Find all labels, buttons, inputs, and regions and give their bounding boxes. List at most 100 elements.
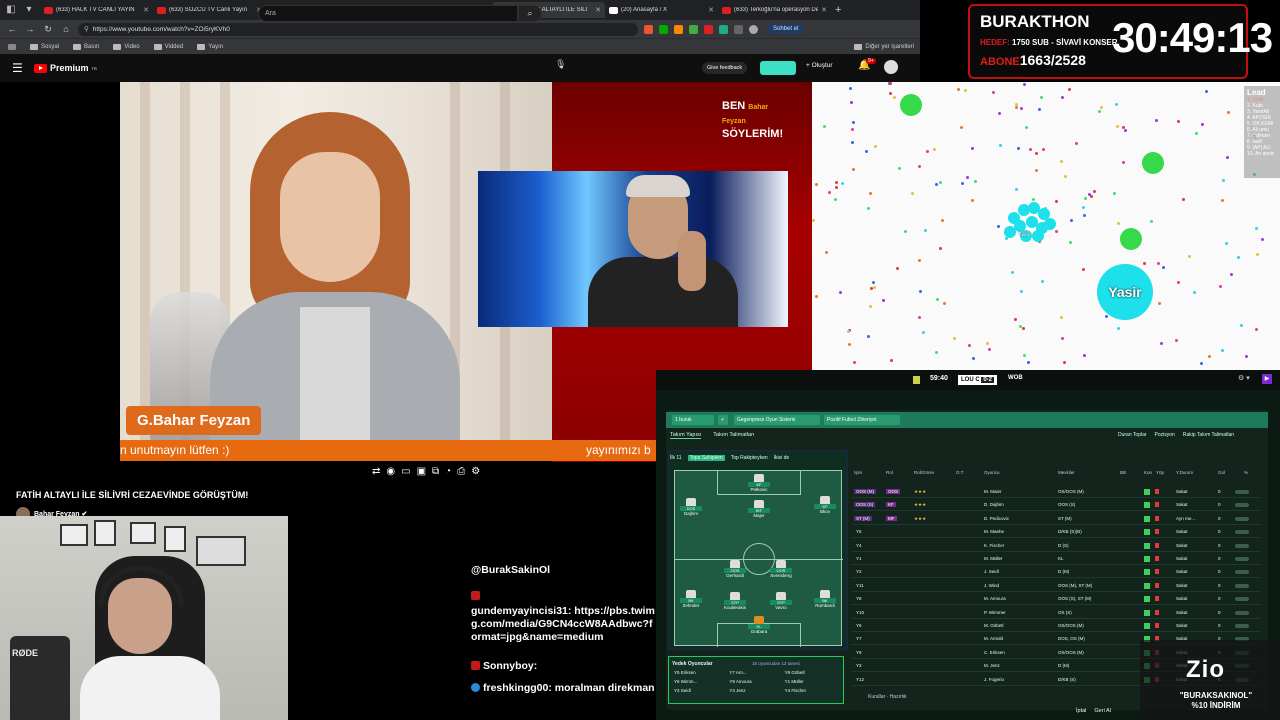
site-info-icon[interactable]: ⚲ <box>84 25 89 33</box>
row-player-name[interactable]: M. Amoura <box>984 596 1006 601</box>
extension-icon[interactable] <box>719 24 728 34</box>
column-header[interactable]: Rol/Görev <box>914 470 934 475</box>
bookmark-folder[interactable]: Vidded <box>153 43 183 50</box>
row-selector[interactable] <box>1235 583 1249 588</box>
tab-in-possession[interactable]: Topa Sahipken <box>687 455 725 461</box>
back-icon[interactable]: ← <box>6 24 18 34</box>
settings-gear-icon[interactable]: ⚙ <box>471 466 480 480</box>
pitch-player[interactable]: KF Petkovic <box>748 474 770 492</box>
table-row[interactable]: Y2 J. Seidl D (M) Sakat 0 <box>852 566 1260 579</box>
pitch-player[interactable]: KF Bkov <box>814 496 836 514</box>
snapshot-icon[interactable]: ⎙ <box>457 466 465 480</box>
column-header[interactable]: Kon <box>1144 470 1152 475</box>
tactic-slot-dropdown[interactable]: 1 buruk <box>672 415 714 425</box>
microphone-icon[interactable]: 🎙 <box>555 59 566 70</box>
hamburger-menu-icon[interactable]: ☰ <box>12 61 26 75</box>
chat-button[interactable]: Sohbet et <box>768 24 804 34</box>
close-icon[interactable]: ✕ <box>821 6 827 14</box>
opposition-instructions-button[interactable]: Rakip Takım Talimatları <box>1183 432 1235 438</box>
fm-play-icon[interactable]: ▶ <box>1262 374 1272 384</box>
fm-settings-icon[interactable]: ⚙ ▾ <box>1238 374 1250 382</box>
undo-button[interactable]: Geri Al <box>1094 708 1111 714</box>
extension-icon[interactable] <box>689 24 698 34</box>
row-player-name[interactable]: M. Jenz <box>984 663 1000 668</box>
browser-tab[interactable]: (633) SÖZCÜ TV Canlı Yayın✕ <box>153 2 266 18</box>
tab-team-instructions[interactable]: Takım Talimatları <box>713 432 754 439</box>
row-player-name[interactable]: D. Dajhim <box>984 502 1004 507</box>
forward-icon[interactable]: → <box>24 24 36 34</box>
bookmark-folder[interactable]: Video <box>113 43 140 50</box>
pitch-player[interactable]: OOS Gerhardt <box>724 560 746 578</box>
row-player-name[interactable]: J. Fogerio <box>984 677 1004 682</box>
close-icon[interactable]: ✕ <box>708 6 714 14</box>
row-selector[interactable] <box>1235 490 1249 494</box>
table-row[interactable]: Y10 P. Wimmer OS (S) Sakat 0 <box>852 607 1260 619</box>
screenshot-icon[interactable]: ▣ <box>417 466 426 480</box>
positions-button[interactable]: Pozisyon <box>1155 432 1175 438</box>
column-header[interactable]: Oyuncu <box>984 470 1000 475</box>
row-selector[interactable] <box>1235 530 1249 535</box>
home-icon[interactable]: ⌂ <box>60 24 72 34</box>
pitch-player[interactable]: STP Vavro <box>770 592 792 610</box>
table-row[interactable]: Y6 M. Göbetl OS/OOS (M) Sakat 0 <box>852 620 1260 632</box>
audio-icon[interactable]: ◉ <box>386 466 395 480</box>
reload-icon[interactable]: ↻ <box>42 24 54 35</box>
table-row[interactable]: Y4 K. Fischer D (S) Sakat 0 <box>852 540 1260 552</box>
row-role[interactable]: KF <box>886 502 896 508</box>
bookmark-folder[interactable]: Yayın <box>197 43 223 50</box>
tab-team-shape[interactable]: Takım Yapısı <box>670 432 702 439</box>
theater-icon[interactable]: ▭ <box>401 466 410 480</box>
bookmark-folder[interactable]: Sosyal <box>30 43 59 50</box>
pip-icon[interactable]: ⧉ <box>432 466 439 480</box>
pitch-player[interactable]: BK Rumbardi <box>814 590 836 608</box>
account-avatar[interactable] <box>884 60 898 74</box>
search-icon[interactable]: ⌕ <box>518 5 542 22</box>
row-selector[interactable] <box>1235 543 1249 548</box>
table-row[interactable]: Y1 M. Müller KL Sakat 0 <box>852 553 1260 565</box>
new-tab-button[interactable]: + <box>835 4 841 16</box>
substitute-player[interactable]: Y6 Wimm... <box>674 679 729 684</box>
browser-menu-icon[interactable]: ◧ <box>4 3 18 17</box>
substitute-player[interactable]: Y5 Eriksen <box>674 670 729 675</box>
row-role[interactable]: MF <box>886 515 897 521</box>
set-pieces-button[interactable]: Duran Toplar <box>1118 432 1147 438</box>
row-role[interactable]: OOS <box>886 489 901 494</box>
extension-toggle[interactable] <box>760 61 796 75</box>
table-row[interactable]: Y11 J. Wind OOS (M), ST (M) Sakat 0 <box>852 580 1260 592</box>
tab-both[interactable]: İkisi de <box>774 455 790 461</box>
extension-icon[interactable] <box>734 24 743 34</box>
substitute-player[interactable]: Y4 Jenz <box>729 688 784 693</box>
row-player-name[interactable]: D. Pedicovic <box>984 516 1009 521</box>
mentality-dropdown[interactable]: Pozitif Futbol Ziheriyet <box>824 415 900 425</box>
substitute-player[interactable]: Y4 Fischer <box>785 688 840 693</box>
loop-icon[interactable]: ⇄ <box>372 466 380 480</box>
row-selector[interactable] <box>1235 503 1249 508</box>
substitute-player[interactable]: Y3 Seidl <box>674 688 729 693</box>
tactic-style-dropdown[interactable]: Gegenpress Oyun Sistemi <box>734 415 820 425</box>
speed-icon[interactable]: ◔ <box>445 466 451 480</box>
url-field[interactable]: ⚲ https://www.youtube.com/watch?v=ZOi5ry… <box>78 22 638 36</box>
row-player-name[interactable]: M. Maehe <box>984 529 1004 534</box>
browser-tab[interactable]: (633) HALK TV CANLI YAYIN ✕ <box>40 2 153 18</box>
row-selector[interactable] <box>1235 557 1249 561</box>
tab-first-eleven[interactable]: İlk 11 <box>670 455 682 461</box>
extension-icon[interactable] <box>659 24 668 34</box>
row-selector[interactable] <box>1235 516 1249 521</box>
apps-icon[interactable] <box>8 43 16 50</box>
close-icon[interactable]: ✕ <box>595 6 601 14</box>
column-header[interactable]: İşim <box>854 470 862 475</box>
row-selector[interactable] <box>1235 610 1249 615</box>
substitute-player[interactable]: Y7 Arn... <box>729 670 784 675</box>
row-selector[interactable] <box>1235 597 1249 602</box>
tab-out-of-possession[interactable]: Top Rakipteyken <box>731 455 768 461</box>
row-selector[interactable] <box>1235 624 1249 628</box>
pitch-player[interactable]: KL Grabara <box>748 616 770 634</box>
column-header[interactable]: Mevkiler <box>1058 470 1075 475</box>
pitch-player[interactable]: STP Koulierakis <box>724 592 746 610</box>
substitute-player[interactable]: Y8 Göbetl <box>785 670 840 675</box>
table-row[interactable]: Y5 M. Maehe D/KB (S)(B) Sakat 0 <box>852 526 1260 539</box>
search-input[interactable]: Ara <box>258 5 518 22</box>
extension-icon[interactable] <box>644 24 653 34</box>
substitute-player[interactable]: Y1 Müller <box>785 679 840 684</box>
column-header[interactable]: Y.Durum <box>1176 470 1193 475</box>
